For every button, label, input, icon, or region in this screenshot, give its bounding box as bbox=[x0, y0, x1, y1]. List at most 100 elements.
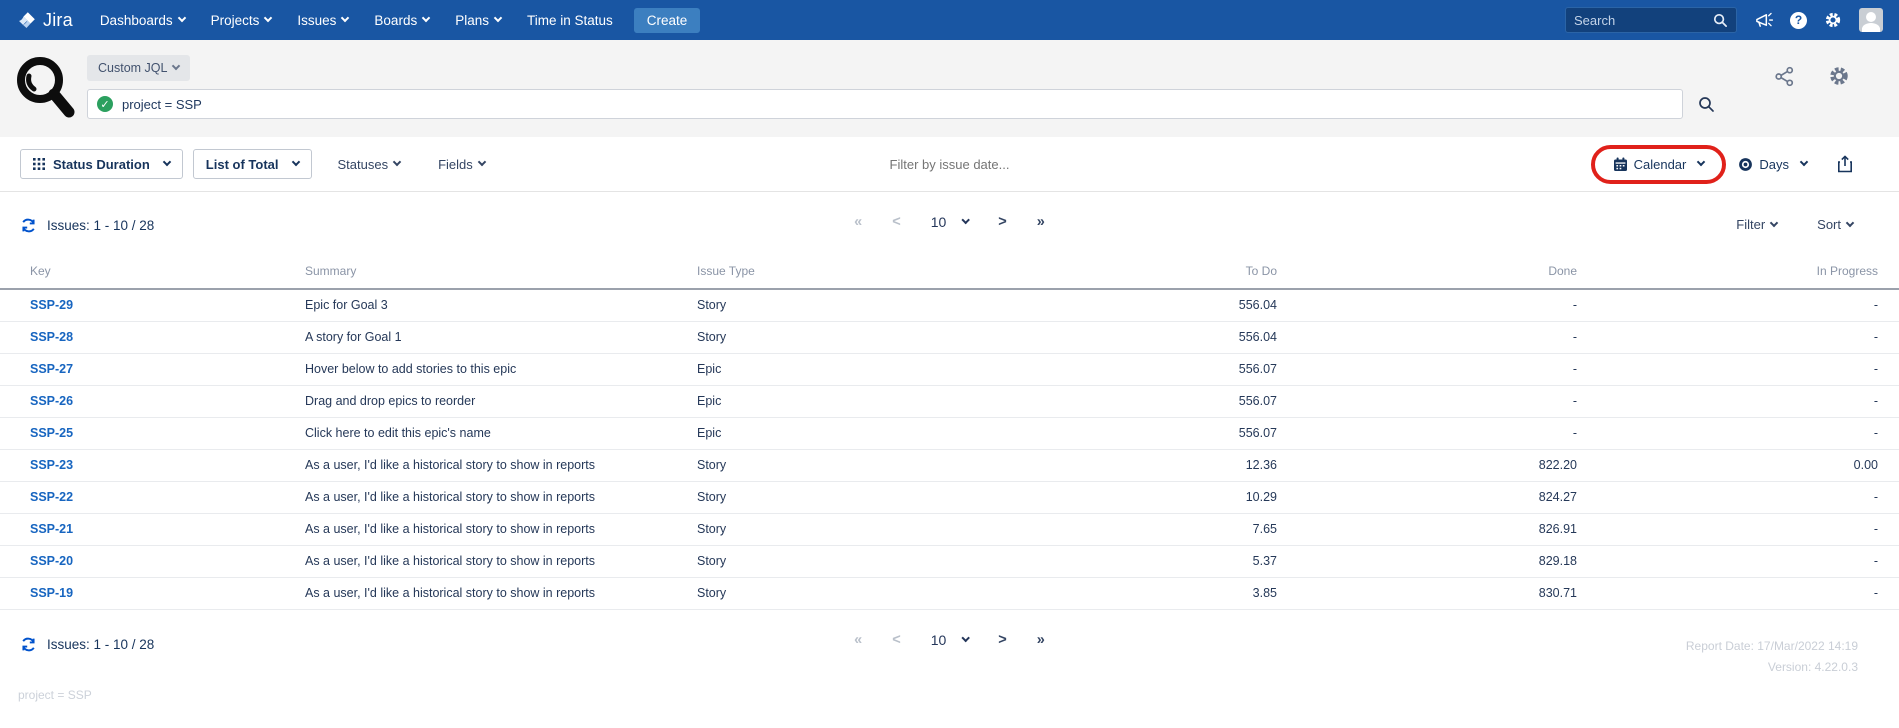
quick-search-input[interactable] bbox=[1574, 13, 1713, 28]
todo-value: 556.04 bbox=[977, 321, 1277, 353]
app-magnifier-logo bbox=[12, 52, 78, 127]
report-type-dropdown[interactable]: Status Duration bbox=[20, 149, 183, 179]
calendar-dropdown[interactable]: Calendar bbox=[1609, 157, 1709, 172]
column-header-done: Done bbox=[1277, 264, 1577, 289]
issue-type: Story bbox=[697, 289, 977, 321]
done-value: - bbox=[1277, 417, 1577, 449]
time-unit-dropdown[interactable]: Days bbox=[1738, 157, 1807, 172]
page-size-dropdown[interactable]: 10 bbox=[931, 632, 969, 648]
menu-boards[interactable]: Boards bbox=[361, 0, 442, 40]
navbar-right: ? bbox=[1565, 7, 1883, 33]
menu-projects[interactable]: Projects bbox=[198, 0, 285, 40]
in-progress-value: - bbox=[1577, 289, 1899, 321]
issue-table-body: SSP-29 Epic for Goal 3 Story 556.04 - - … bbox=[0, 289, 1899, 609]
pagination-bottom: « < 10 > » bbox=[854, 632, 1045, 648]
report-meta: Report Date: 17/Mar/2022 14:19 Version: … bbox=[1686, 636, 1879, 678]
query-echo-label: project = SSP bbox=[0, 674, 1899, 702]
issue-date-filter-input[interactable] bbox=[830, 157, 1070, 172]
jira-logo-icon bbox=[16, 10, 37, 31]
issue-key-link[interactable]: SSP-28 bbox=[30, 330, 73, 344]
table-row: SSP-19 As a user, I'd like a historical … bbox=[0, 577, 1899, 609]
jql-input[interactable]: ✓ project = SSP bbox=[87, 89, 1683, 119]
chevron-down-icon bbox=[1800, 158, 1808, 166]
issues-bar-top: Issues: 1 - 10 / 28 « < 10 > » Filter So… bbox=[0, 192, 1899, 250]
table-row: SSP-26 Drag and drop epics to reorder Ep… bbox=[0, 385, 1899, 417]
done-value: - bbox=[1277, 353, 1577, 385]
chevron-down-icon bbox=[177, 14, 185, 22]
issue-key-link[interactable]: SSP-29 bbox=[30, 298, 73, 312]
issue-key-link[interactable]: SSP-26 bbox=[30, 394, 73, 408]
next-page-button[interactable]: > bbox=[998, 214, 1006, 230]
report-toolbar: Status Duration List of Total Statuses F… bbox=[0, 137, 1899, 192]
last-page-button[interactable]: » bbox=[1037, 632, 1045, 648]
pagination-top: « < 10 > » bbox=[854, 214, 1045, 230]
user-avatar[interactable] bbox=[1859, 8, 1883, 32]
report-actions bbox=[1774, 65, 1850, 87]
next-page-button[interactable]: > bbox=[998, 632, 1006, 648]
issue-type: Story bbox=[697, 577, 977, 609]
column-header-in-progress: In Progress bbox=[1577, 264, 1899, 289]
menu-plans[interactable]: Plans bbox=[442, 0, 514, 40]
search-icon[interactable] bbox=[1713, 13, 1728, 28]
issue-type: Story bbox=[697, 513, 977, 545]
table-row: SSP-20 As a user, I'd like a historical … bbox=[0, 545, 1899, 577]
issue-key-link[interactable]: SSP-23 bbox=[30, 458, 73, 472]
gear-icon[interactable] bbox=[1824, 11, 1842, 29]
first-page-button[interactable]: « bbox=[854, 214, 862, 230]
issue-summary: Hover below to add stories to this epic bbox=[305, 353, 697, 385]
chevron-down-icon bbox=[393, 158, 401, 166]
export-icon[interactable] bbox=[1837, 155, 1853, 173]
chevron-down-icon bbox=[264, 14, 272, 22]
issue-key-link[interactable]: SSP-19 bbox=[30, 586, 73, 600]
issues-bar-bottom: Issues: 1 - 10 / 28 « < 10 > » Report Da… bbox=[0, 610, 1899, 674]
table-row: SSP-23 As a user, I'd like a historical … bbox=[0, 449, 1899, 481]
page-size-dropdown[interactable]: 10 bbox=[931, 214, 969, 230]
chevron-down-icon bbox=[961, 633, 969, 641]
in-progress-value: - bbox=[1577, 353, 1899, 385]
todo-value: 12.36 bbox=[977, 449, 1277, 481]
issue-key-link[interactable]: SSP-20 bbox=[30, 554, 73, 568]
last-page-button[interactable]: » bbox=[1037, 214, 1045, 230]
calendar-icon bbox=[1613, 157, 1628, 172]
chevron-down-icon bbox=[422, 14, 430, 22]
refresh-icon[interactable] bbox=[20, 217, 37, 234]
chevron-down-icon bbox=[172, 62, 180, 70]
table-row: SSP-22 As a user, I'd like a historical … bbox=[0, 481, 1899, 513]
query-controls: Custom JQL ✓ project = SSP bbox=[87, 55, 1715, 119]
column-header-key: Key bbox=[0, 264, 305, 289]
refresh-icon[interactable] bbox=[20, 636, 37, 653]
chevron-down-icon bbox=[341, 14, 349, 22]
filter-dropdown[interactable]: Filter bbox=[1736, 217, 1777, 232]
statuses-dropdown[interactable]: Statuses bbox=[338, 157, 401, 172]
todo-value: 556.04 bbox=[977, 289, 1277, 321]
done-value: - bbox=[1277, 385, 1577, 417]
query-mode-dropdown[interactable]: Custom JQL bbox=[87, 55, 190, 81]
main-menu: Dashboards Projects Issues Boards Plans … bbox=[87, 0, 626, 40]
settings-gear-icon[interactable] bbox=[1828, 65, 1850, 87]
share-icon[interactable] bbox=[1774, 65, 1795, 87]
menu-dashboards[interactable]: Dashboards bbox=[87, 0, 198, 40]
sort-dropdown[interactable]: Sort bbox=[1817, 217, 1853, 232]
issue-summary: Click here to edit this epic's name bbox=[305, 417, 697, 449]
in-progress-value: - bbox=[1577, 481, 1899, 513]
view-mode-dropdown[interactable]: List of Total bbox=[193, 149, 312, 179]
in-progress-value: - bbox=[1577, 577, 1899, 609]
megaphone-icon[interactable] bbox=[1754, 12, 1773, 29]
issue-key-link[interactable]: SSP-21 bbox=[30, 522, 73, 536]
create-button[interactable]: Create bbox=[634, 8, 701, 33]
prev-page-button[interactable]: < bbox=[892, 632, 900, 648]
help-icon[interactable]: ? bbox=[1790, 12, 1807, 29]
jira-logo[interactable]: Jira bbox=[16, 10, 73, 31]
fields-dropdown[interactable]: Fields bbox=[438, 157, 485, 172]
prev-page-button[interactable]: < bbox=[892, 214, 900, 230]
done-value: 824.27 bbox=[1277, 481, 1577, 513]
issue-key-link[interactable]: SSP-22 bbox=[30, 490, 73, 504]
menu-time-in-status[interactable]: Time in Status bbox=[514, 0, 626, 40]
issue-key-link[interactable]: SSP-27 bbox=[30, 362, 73, 376]
issue-key-link[interactable]: SSP-25 bbox=[30, 426, 73, 440]
jql-search-icon[interactable] bbox=[1698, 96, 1715, 113]
issue-summary: Epic for Goal 3 bbox=[305, 289, 697, 321]
first-page-button[interactable]: « bbox=[854, 632, 862, 648]
chevron-down-icon bbox=[494, 14, 502, 22]
menu-issues[interactable]: Issues bbox=[284, 0, 361, 40]
